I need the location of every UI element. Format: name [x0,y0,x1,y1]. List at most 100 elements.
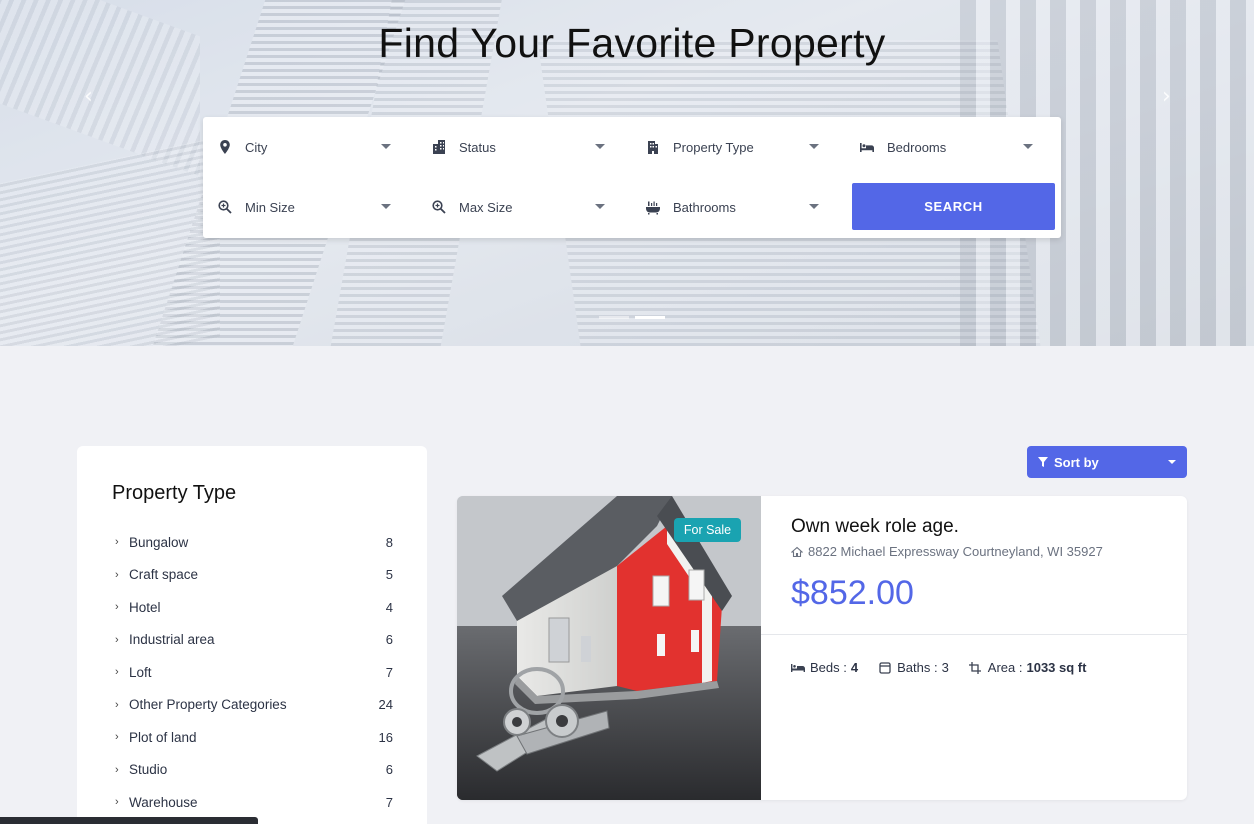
property-features: Beds : 4 Baths : 3 Area : 1033 sq ft [791,660,1086,675]
baths-info: Baths : 3 [878,660,949,675]
sidebar-item-label: Hotel [129,599,161,615]
sidebar-item-label: Loft [129,664,152,680]
sidebar-item-label: Studio [129,762,168,778]
bedrooms-select-label: Bedrooms [887,139,947,155]
property-card: For Sale Own week role age. 8822 Michael… [457,496,1187,800]
baths-label: Baths : [897,660,938,675]
city-select[interactable]: City [203,124,405,170]
sidebar-item-count: 24 [378,697,393,713]
property-address-text: 8822 Michael Expressway Courtneyland, WI… [808,544,1103,559]
bed-icon [791,663,805,672]
crop-area-icon [968,661,981,674]
chevron-right-icon: › [115,633,119,646]
property-type-select-label: Property Type [673,139,754,155]
status-select[interactable]: Status [417,124,619,170]
area-info: Area : 1033 sq ft [968,660,1087,675]
status-select-label: Status [459,139,496,155]
sidebar-item-count: 5 [385,567,393,583]
search-button[interactable]: SEARCH [852,183,1055,230]
sidebar-item-count: 6 [385,762,393,778]
max-size-select[interactable]: Max Size [417,184,619,230]
sidebar-item-plot-of-land[interactable]: › Plot of land 16 [115,721,393,754]
sidebar-item-label: Industrial area [129,632,215,648]
property-type-select[interactable]: Property Type [631,124,833,170]
chevron-down-icon [381,204,391,209]
sidebar-title: Property Type [112,482,237,504]
chevron-down-icon [595,144,605,149]
baths-value: 3 [941,660,949,675]
sidebar-item-industrial-area[interactable]: › Industrial area 6 [115,624,393,657]
sidebar-item-label: Bungalow [129,534,189,550]
office-building-icon [645,139,661,155]
sort-by-dropdown[interactable]: Sort by [1027,446,1187,478]
slider-prev-arrow-icon[interactable]: ‹ [84,84,104,109]
bed-icon [859,139,875,155]
bathtub-icon [645,199,661,215]
chevron-right-icon: › [115,698,119,711]
chevron-right-icon: › [115,536,119,549]
beds-info: Beds : 4 [791,660,858,675]
sidebar-item-count: 7 [385,794,393,810]
sidebar-item-hotel[interactable]: › Hotel 4 [115,591,393,624]
chevron-right-icon: › [115,568,119,581]
slider-dots [599,316,665,319]
sidebar-item-studio[interactable]: › Studio 6 [115,754,393,787]
property-price: $852.00 [791,574,914,612]
sidebar-item-count: 7 [385,664,393,680]
area-label: Area : [987,660,1023,675]
beds-value: 4 [850,660,859,675]
sidebar-item-count: 16 [378,729,393,745]
property-image[interactable]: For Sale [457,496,761,800]
chevron-down-icon [595,204,605,209]
sidebar-item-label: Warehouse [129,794,198,810]
zoom-in-icon [431,199,447,215]
sidebar-item-bungalow[interactable]: › Bungalow 8 [115,526,393,559]
bathrooms-select[interactable]: Bathrooms [631,184,833,230]
chevron-down-icon [1023,144,1033,149]
sidebar-item-label: Craft space [129,567,199,583]
slider-dot-active[interactable] [635,316,665,319]
property-address: 8822 Michael Expressway Courtneyland, WI… [791,544,1103,559]
bathrooms-select-label: Bathrooms [673,199,736,215]
sidebar-item-loft[interactable]: › Loft 7 [115,656,393,689]
sidebar-item-other-property-categories[interactable]: › Other Property Categories 24 [115,689,393,722]
divider [761,634,1187,635]
sidebar-item-count: 6 [385,632,393,648]
slider-next-arrow-icon[interactable]: › [1162,84,1182,109]
bottom-status-bar [0,817,258,824]
search-panel: City Status Property Type Bedrooms Min S… [203,117,1061,238]
slider-dot[interactable] [599,316,629,319]
sidebar-item-warehouse[interactable]: › Warehouse 7 [115,786,393,819]
zoom-in-icon [217,199,233,215]
max-size-select-label: Max Size [459,199,513,215]
bathtub-icon [879,661,891,674]
property-type-sidebar: Property Type › Bungalow 8 › Craft space… [77,446,427,824]
area-value: 1033 sq ft [1026,660,1087,675]
for-sale-badge: For Sale [674,518,741,542]
chevron-right-icon: › [115,796,119,809]
property-title[interactable]: Own week role age. [791,516,959,538]
beds-label: Beds : [810,660,847,675]
property-type-list: › Bungalow 8 › Craft space 5 › Hotel 4 ›… [115,526,393,819]
sidebar-item-label: Other Property Categories [129,697,287,713]
chevron-right-icon: › [115,731,119,744]
bedrooms-select[interactable]: Bedrooms [845,124,1047,170]
chevron-down-icon [1168,460,1176,464]
home-icon [791,546,803,557]
chevron-down-icon [809,144,819,149]
hero-title: Find Your Favorite Property [378,20,886,66]
chevron-right-icon: › [115,763,119,776]
city-select-label: City [245,139,268,155]
location-pin-icon [217,139,233,155]
chevron-right-icon: › [115,601,119,614]
sidebar-item-count: 4 [385,599,393,615]
min-size-select[interactable]: Min Size [203,184,405,230]
sidebar-item-label: Plot of land [129,729,197,745]
chevron-down-icon [809,204,819,209]
sidebar-item-craft-space[interactable]: › Craft space 5 [115,559,393,592]
sidebar-item-count: 8 [385,534,393,550]
chevron-down-icon [381,144,391,149]
property-details: Own week role age. 8822 Michael Expressw… [761,496,1187,800]
building-icon [431,139,447,155]
chevron-right-icon: › [115,666,119,679]
